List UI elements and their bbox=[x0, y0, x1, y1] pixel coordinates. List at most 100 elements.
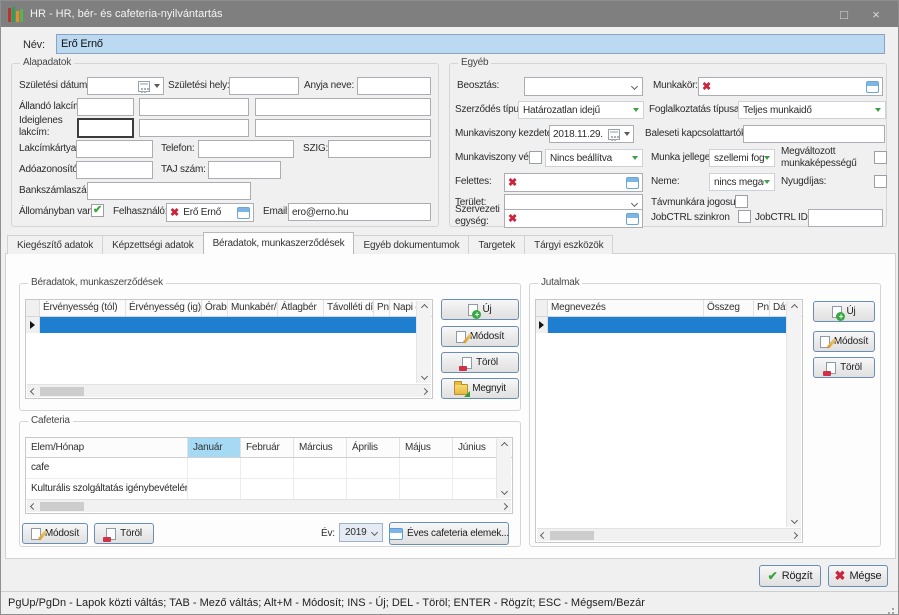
column-header[interactable]: Távolléti díj bbox=[324, 300, 374, 316]
scroll-left-icon[interactable] bbox=[30, 387, 37, 394]
beradatok-open-button[interactable]: Megnyit bbox=[441, 378, 519, 399]
jutalmak-new-button[interactable]: Új bbox=[813, 301, 875, 322]
lookup-icon[interactable] bbox=[626, 177, 639, 189]
name-input[interactable]: Erő Ernő bbox=[56, 34, 885, 54]
dropdown-arrow-icon[interactable] bbox=[154, 84, 160, 88]
tab-targyi-eszkozok[interactable]: Tárgyi eszközök bbox=[524, 235, 613, 254]
phone-input[interactable] bbox=[198, 140, 294, 158]
horizontal-scrollbar[interactable] bbox=[27, 384, 431, 397]
employment-type-select[interactable]: Teljes munkaidő bbox=[738, 101, 886, 119]
beradatok-delete-button[interactable]: Töröl bbox=[441, 352, 519, 373]
org-unit-field[interactable]: ✖ bbox=[504, 209, 643, 228]
table-row[interactable]: cafe bbox=[26, 458, 512, 479]
column-header[interactable]: Munkabér/ór bbox=[228, 300, 278, 316]
scroll-down-icon[interactable] bbox=[500, 488, 507, 495]
user-field[interactable]: ✖ Erő Ernő bbox=[166, 203, 254, 222]
selected-table-row[interactable] bbox=[536, 317, 787, 333]
permanent-address-city-input[interactable] bbox=[139, 98, 249, 116]
column-header[interactable]: Átlagbér bbox=[278, 300, 324, 316]
permanent-address-street-input[interactable] bbox=[255, 98, 431, 116]
column-header[interactable]: Május bbox=[400, 438, 453, 457]
scrollbar-thumb[interactable] bbox=[550, 531, 594, 540]
lookup-icon[interactable] bbox=[866, 81, 879, 93]
scroll-up-icon[interactable] bbox=[500, 442, 507, 449]
temporary-address-zip-input[interactable] bbox=[77, 118, 134, 138]
column-header[interactable]: Összeg bbox=[704, 300, 754, 316]
scroll-right-icon[interactable] bbox=[421, 387, 428, 394]
scroll-up-icon[interactable] bbox=[790, 304, 797, 311]
resize-grip[interactable] bbox=[892, 608, 894, 610]
accident-contacts-input[interactable] bbox=[743, 125, 885, 143]
column-header[interactable]: Napi óra: bbox=[390, 300, 416, 316]
gender-select[interactable]: nincs megad bbox=[709, 173, 775, 191]
tax-id-input[interactable] bbox=[76, 161, 153, 179]
mother-name-input[interactable] bbox=[357, 77, 431, 95]
selected-table-row[interactable] bbox=[26, 317, 417, 333]
dropdown-arrow-icon[interactable] bbox=[624, 132, 630, 136]
job-field[interactable]: ✖ bbox=[698, 77, 883, 96]
column-header[interactable]: Pn. bbox=[374, 300, 390, 316]
jobctrl-id-input[interactable] bbox=[808, 209, 883, 227]
taj-input[interactable] bbox=[208, 161, 281, 179]
address-card-input[interactable] bbox=[76, 140, 153, 158]
beradatok-new-button[interactable]: Új bbox=[441, 299, 519, 320]
table-row[interactable]: Kulturális szolgáltatás igénybevételére … bbox=[26, 479, 512, 500]
column-header[interactable]: Március bbox=[294, 438, 347, 457]
column-header-january[interactable]: Január bbox=[188, 438, 241, 457]
cafeteria-edit-button[interactable]: Módosít bbox=[22, 523, 88, 544]
scroll-left-icon[interactable] bbox=[30, 502, 37, 509]
supervisor-field[interactable]: ✖ bbox=[504, 173, 643, 192]
horizontal-scrollbar[interactable] bbox=[27, 499, 511, 512]
reduced-capacity-checkbox[interactable] bbox=[874, 151, 887, 164]
column-header[interactable]: Érvényesség (ig) bbox=[126, 300, 202, 316]
column-header[interactable]: Pn. bbox=[754, 300, 770, 316]
vertical-scrollbar[interactable] bbox=[416, 301, 431, 383]
scroll-left-icon[interactable] bbox=[540, 531, 547, 538]
tab-kepzettsegi-adatok[interactable]: Képzettségi adatok bbox=[102, 235, 203, 254]
tab-beradatok[interactable]: Béradatok, munkaszerződések bbox=[203, 232, 355, 254]
yearly-cafeteria-button[interactable]: Éves cafeteria elemek... bbox=[389, 522, 509, 545]
scroll-right-icon[interactable] bbox=[501, 502, 508, 509]
column-header[interactable]: Elem/Hónap bbox=[26, 438, 188, 457]
scroll-right-icon[interactable] bbox=[791, 531, 798, 538]
lookup-icon[interactable] bbox=[237, 207, 250, 219]
jutalmak-edit-button[interactable]: Módosít bbox=[813, 331, 875, 352]
cafeteria-delete-button[interactable]: Töröl bbox=[94, 523, 154, 544]
tab-targetek[interactable]: Targetek bbox=[468, 235, 525, 254]
beradatok-edit-button[interactable]: Módosít bbox=[441, 326, 519, 347]
retired-checkbox[interactable] bbox=[874, 175, 887, 188]
column-header[interactable]: Órabé bbox=[202, 300, 228, 316]
jobctrl-sync-checkbox[interactable] bbox=[738, 210, 751, 223]
bank-account-input[interactable] bbox=[87, 182, 251, 200]
horizontal-scrollbar[interactable] bbox=[537, 528, 801, 541]
save-button[interactable]: ✔ Rögzít bbox=[759, 565, 821, 587]
column-header[interactable]: Április bbox=[347, 438, 400, 457]
permanent-address-zip-input[interactable] bbox=[77, 98, 134, 116]
employment-end-select[interactable]: Nincs beállítva bbox=[545, 149, 643, 167]
column-header[interactable]: Megnevezés bbox=[548, 300, 704, 316]
birthplace-input[interactable] bbox=[229, 77, 299, 95]
column-header[interactable]: Február bbox=[241, 438, 294, 457]
column-header[interactable]: Érvényesség (tól) bbox=[40, 300, 126, 316]
vertical-scrollbar[interactable] bbox=[496, 439, 511, 498]
tab-egyeb-dokumentumok[interactable]: Egyéb dokumentumok bbox=[353, 235, 469, 254]
lookup-icon[interactable] bbox=[626, 213, 639, 225]
maximize-icon[interactable]: □ bbox=[829, 4, 859, 24]
temporary-address-city-input[interactable] bbox=[139, 119, 249, 137]
email-input[interactable]: ero@erno.hu bbox=[288, 203, 431, 221]
id-card-input[interactable] bbox=[328, 140, 431, 158]
tab-kiegeszito-adatok[interactable]: Kiegészítő adatok bbox=[7, 235, 103, 254]
remote-work-checkbox[interactable] bbox=[735, 195, 748, 208]
column-header[interactable]: Június bbox=[453, 438, 498, 457]
on-staff-checkbox[interactable]: ✔ bbox=[91, 204, 104, 217]
employment-start-input[interactable]: 2018.11.29. bbox=[549, 125, 634, 143]
scroll-up-icon[interactable] bbox=[420, 304, 427, 311]
scroll-down-icon[interactable] bbox=[790, 517, 797, 524]
birthdate-input[interactable] bbox=[87, 77, 164, 95]
scrollbar-thumb[interactable] bbox=[40, 502, 84, 511]
year-select[interactable]: 2019 bbox=[339, 523, 383, 542]
temporary-address-street-input[interactable] bbox=[255, 119, 431, 137]
close-icon[interactable]: × bbox=[861, 4, 891, 24]
position-select[interactable] bbox=[524, 77, 643, 96]
scroll-down-icon[interactable] bbox=[420, 373, 427, 380]
